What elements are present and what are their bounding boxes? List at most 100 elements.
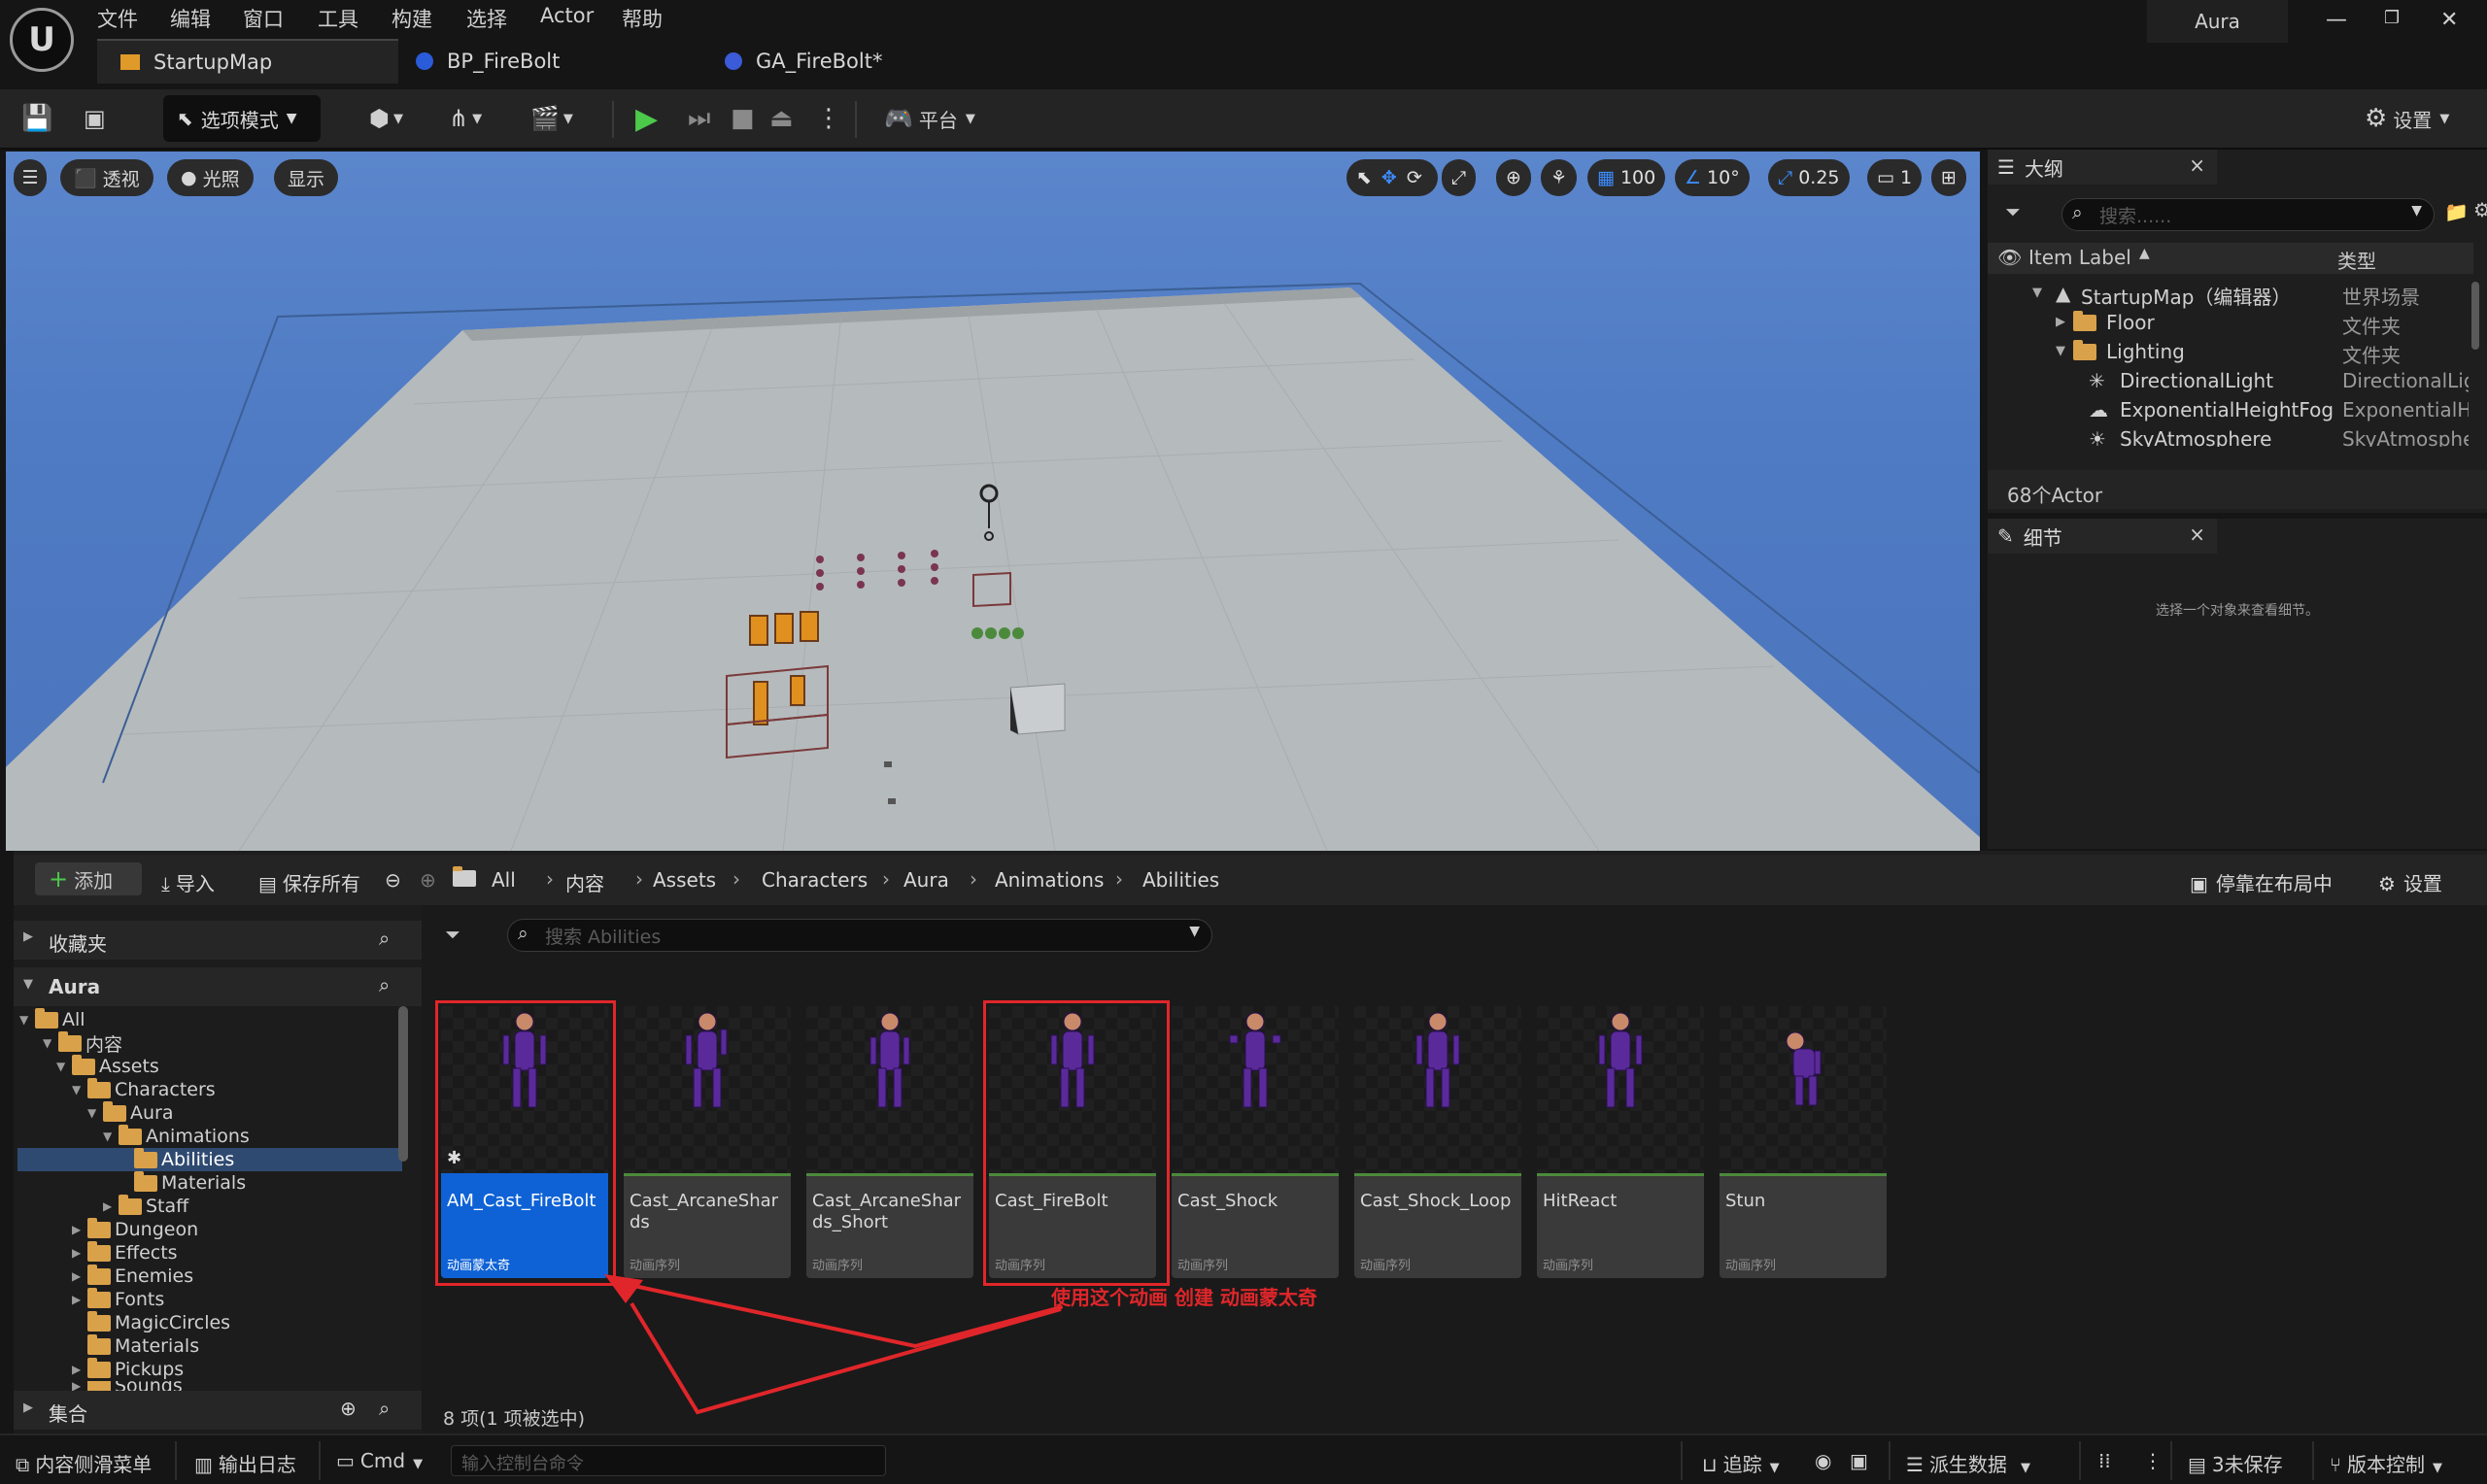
favorites-header[interactable]: ▶ 收藏夹 ⌕ — [14, 921, 422, 960]
breadcrumb-abilities[interactable]: Abilities — [1142, 868, 1219, 892]
tree-item-materials[interactable]: Materials — [119, 1170, 246, 1195]
filter-icon[interactable]: ⏷ — [2005, 200, 2021, 223]
cb-settings-button[interactable]: ⚙ 设置 — [2378, 868, 2442, 896]
content-drawer-button[interactable]: ⧉ 内容侧滑菜单 — [16, 1449, 152, 1477]
output-log-button[interactable]: ▥ 输出日志 — [194, 1449, 296, 1477]
visibility-icon[interactable]: 👁 — [1997, 246, 2022, 269]
back-icon[interactable]: ⊖ — [385, 868, 401, 892]
unreal-logo-icon[interactable]: U — [10, 8, 74, 72]
trace-menu[interactable]: ⊔ 追踪 ▼ — [1702, 1449, 1780, 1477]
eject-icon[interactable]: ⏏ — [769, 97, 794, 140]
tree-item-materials-2[interactable]: Materials — [72, 1333, 199, 1358]
tree-item-assets[interactable]: ▼ Assets — [56, 1054, 159, 1078]
menu-edit[interactable]: 编辑 — [170, 4, 211, 33]
tree-item-animations[interactable]: ▼ Animations — [103, 1124, 250, 1148]
mode-selector[interactable]: ⬉ 选项模式 ▼ — [163, 95, 321, 142]
grid-snap-button[interactable]: ▦ 100 — [1587, 159, 1666, 196]
rotate-tool-icon[interactable]: ⟳ — [1407, 167, 1422, 188]
save-all-button[interactable]: ▤ 保存所有 — [258, 868, 360, 896]
show-button[interactable]: 显示 — [274, 159, 339, 196]
tree-item-characters[interactable]: ▼ Characters — [72, 1077, 216, 1101]
play-icon[interactable]: ▶ — [635, 97, 658, 140]
tree-item-pickups[interactable]: ▶ Pickups — [72, 1357, 184, 1381]
unsaved-button[interactable]: ▤ 3未保存 — [2188, 1449, 2283, 1477]
step-icon[interactable]: ⏭ — [688, 97, 710, 140]
tab-bp-firebolt[interactable]: BP_FireBolt — [392, 39, 694, 84]
expand-icon[interactable]: ▶ — [23, 929, 33, 944]
breadcrumb-assets[interactable]: Assets — [653, 868, 716, 892]
close-icon[interactable]: × — [2189, 523, 2205, 546]
platforms-menu[interactable]: 🎮 平台 ▼ — [884, 97, 975, 140]
expand-icon[interactable]: ▶ — [2056, 315, 2065, 329]
breadcrumb-chevron-icon[interactable]: › — [546, 867, 554, 891]
tree-item-staff[interactable]: ▶ Staff — [103, 1194, 188, 1218]
expand-icon[interactable]: ▼ — [2032, 286, 2042, 300]
menu-help[interactable]: 帮助 — [622, 4, 663, 33]
tab-ga-firebolt[interactable]: GA_FireBolt* — [701, 39, 1003, 84]
viewport-menu-icon[interactable]: ☰ — [14, 159, 47, 196]
record-icon[interactable]: ◉ — [1815, 1449, 1831, 1472]
add-collection-icon[interactable]: ⊕ — [340, 1397, 357, 1420]
console-input[interactable]: 输入控制台命令 — [451, 1445, 886, 1476]
outliner-scrollbar[interactable] — [2471, 282, 2479, 350]
breadcrumb-chevron-icon[interactable]: › — [635, 867, 643, 891]
save-icon[interactable]: 💾 — [21, 97, 52, 140]
source-control-menu[interactable]: ⑂ 版本控制 ▼ — [2330, 1449, 2442, 1477]
cmd-selector[interactable]: ▭ Cmd ▼ — [336, 1449, 423, 1472]
details-tab[interactable]: ✎ 细节 × — [1988, 519, 2217, 554]
outliner-row[interactable]: ▼ ▲ StartupMap（编辑器） 世界场景 — [1988, 280, 2473, 309]
tree-item-effects[interactable]: ▶ Effects — [72, 1240, 178, 1265]
add-actor-icon[interactable]: ⬢ ▼ — [369, 97, 403, 140]
surface-snap-icon[interactable]: ⚘ — [1541, 159, 1578, 196]
menu-file[interactable]: 文件 — [97, 4, 138, 33]
breadcrumb-chevron-icon[interactable]: › — [970, 867, 977, 891]
close-icon[interactable]: × — [2189, 153, 2205, 177]
stop-icon[interactable]: ■ — [731, 97, 755, 140]
tree-item-fonts[interactable]: ▶ Fonts — [72, 1287, 164, 1311]
settings-menu[interactable]: ⚙ 设置 ▼ — [2365, 97, 2449, 140]
lighting-button[interactable]: ● 光照 — [167, 159, 254, 196]
aura-root-header[interactable]: ▼ Aura ⌕ — [14, 967, 422, 1006]
derived-data-menu[interactable]: ☰ 派生数据 ▼ — [1906, 1449, 2030, 1477]
restore-icon[interactable]: ❐ — [2384, 8, 2400, 28]
outliner-row[interactable]: ✳ DirectionalLight DirectionalLight — [1988, 367, 2473, 396]
minimize-icon[interactable]: — — [2326, 8, 2347, 32]
tree-scrollbar[interactable] — [398, 1006, 408, 1162]
expand-icon[interactable]: ▼ — [2056, 344, 2065, 358]
dock-in-layout-button[interactable]: ▣ 停靠在布局中 — [2190, 868, 2333, 896]
expand-icon[interactable]: ▼ — [23, 977, 33, 992]
close-icon[interactable]: ✕ — [2440, 8, 2458, 32]
add-folder-icon[interactable]: 📁 — [2444, 200, 2469, 223]
menu-window[interactable]: 窗口 — [243, 4, 284, 33]
breadcrumb-chevron-icon[interactable]: › — [882, 867, 890, 891]
outliner-search-input[interactable]: ⌕ 搜索...... ▼ — [2061, 198, 2435, 231]
expand-icon[interactable]: ▶ — [23, 1400, 33, 1415]
add-button[interactable]: + 添加 — [35, 862, 142, 895]
collections-header[interactable]: ▶ 集合 ⊕ ⌕ — [14, 1391, 422, 1430]
breadcrumb-content[interactable]: 内容 — [565, 868, 604, 896]
outliner-row[interactable]: ☁ ExponentialHeightFog ExponentialHeight… — [1988, 396, 2473, 425]
outliner-tab[interactable]: ☰ 大纲 × — [1988, 150, 2217, 185]
forward-icon[interactable]: ⊕ — [420, 868, 436, 892]
tree-item-abilities[interactable]: Abilities — [134, 1147, 234, 1171]
select-tool-icon[interactable]: ⬉ — [1356, 167, 1372, 188]
rotation-snap-button[interactable]: ∠ 10° — [1675, 159, 1750, 196]
transform-tools[interactable]: ⬉ ✥ ⟳ — [1346, 159, 1438, 196]
play-options-icon[interactable]: ⋮ — [816, 97, 841, 140]
blueprint-menu-icon[interactable]: ⋔ ▼ — [449, 97, 482, 140]
menu-build[interactable]: 构建 — [392, 4, 432, 33]
level-viewport[interactable]: ☰ ⬛ 透视 ● 光照 显示 ⬉ ✥ ⟳ ⤢ ⊕ ⚘ ▦ 100 ∠ 10° ⤢… — [6, 152, 1980, 851]
screenshot-icon[interactable]: ▣ — [1850, 1449, 1868, 1472]
tree-item-enemies[interactable]: ▶ Enemies — [72, 1264, 193, 1288]
search-icon[interactable]: ⌕ — [379, 1397, 390, 1420]
breadcrumb-chevron-icon[interactable]: › — [1115, 867, 1123, 891]
col-type[interactable]: 类型 — [2337, 246, 2376, 274]
menu-select[interactable]: 选择 — [466, 4, 507, 33]
layout-icon[interactable]: ⊞ — [1931, 159, 1966, 196]
menu-tools[interactable]: 工具 — [318, 4, 358, 33]
scale-tool-icon[interactable]: ⤢ — [1442, 159, 1477, 196]
breadcrumb-characters[interactable]: Characters — [762, 868, 868, 892]
breadcrumb-chevron-icon[interactable]: › — [732, 867, 740, 891]
world-local-icon[interactable]: ⊕ — [1496, 159, 1531, 196]
search-icon[interactable]: ⌕ — [379, 927, 390, 950]
